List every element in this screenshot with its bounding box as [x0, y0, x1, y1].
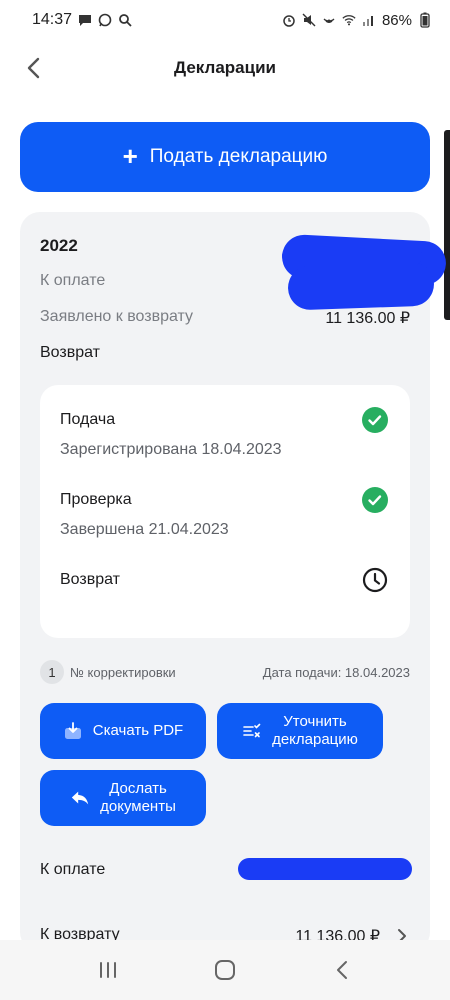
submission-date: Дата подачи: 18.04.2023 [262, 664, 410, 680]
step-title-refund: Возврат [60, 571, 120, 588]
battery-percent: 86% [381, 11, 412, 29]
whatsapp-icon [98, 13, 112, 27]
download-pdf-button[interactable]: Скачать PDF [40, 703, 206, 759]
recent-apps-button[interactable] [83, 950, 133, 990]
chat-icon [78, 13, 92, 27]
to-pay-bottom-label: К оплате [40, 861, 106, 878]
to-pay-label: К оплате [40, 272, 106, 289]
declared-refund-value: 11 136.00 ₽ [325, 310, 410, 327]
page-title: Декларации [174, 58, 276, 77]
step-subtitle-review: Завершена 21.04.2023 [60, 521, 229, 538]
send-docs-label-line2: документы [100, 798, 176, 815]
redaction-mark [287, 261, 435, 311]
status-bar: 14:37 86% [0, 0, 450, 40]
correction-row: 1 № корректировки Дата подачи: 18.04.202… [40, 660, 410, 684]
app-header: Декларации [0, 40, 450, 96]
redaction-mark [282, 246, 422, 266]
correction-number-badge: 1 [40, 660, 64, 684]
step-subtitle-submission: Зарегистрирована 18.04.2023 [60, 441, 282, 458]
scroll-indicator [444, 130, 450, 320]
recent-apps-icon [100, 962, 117, 978]
correction-label: № корректировки [70, 664, 176, 680]
clarify-label-line2: декларацию [272, 731, 358, 748]
system-back-button[interactable] [317, 950, 367, 990]
declaration-year: 2022 [40, 236, 78, 255]
plus-icon: + [122, 140, 138, 171]
clarify-declaration-label: Уточнить декларацию [272, 713, 358, 749]
download-icon [63, 721, 83, 741]
mute-icon [302, 13, 316, 27]
home-icon [214, 960, 235, 980]
reply-icon [70, 788, 90, 808]
clarify-declaration-button[interactable]: Уточнить декларацию [217, 703, 383, 759]
chevron-left-icon [27, 57, 40, 79]
back-button[interactable] [18, 52, 50, 84]
send-documents-label: Дослать документы [100, 780, 176, 816]
declared-refund-label: Заявлено к возврату [40, 308, 194, 325]
hotspot-icon [322, 13, 336, 27]
search-icon [118, 13, 132, 27]
submit-declaration-button[interactable]: + Подать декларацию [20, 122, 430, 192]
signal-icon [362, 13, 376, 27]
wifi-icon [342, 13, 356, 27]
clock-icon [362, 567, 388, 593]
check-circle-icon [362, 407, 388, 433]
step-title-submission: Подача [60, 411, 116, 428]
redaction-mark [238, 858, 412, 880]
send-docs-label-line1: Дослать [109, 780, 167, 797]
step-title-review: Проверка [60, 491, 132, 508]
status-right: 86% [282, 12, 432, 29]
declaration-card[interactable]: 2022 К оплате Заявлено к возврату 11 136… [20, 212, 448, 952]
submit-declaration-label: Подать декларацию [149, 146, 328, 167]
home-button[interactable] [200, 950, 250, 990]
back-arrow-icon [336, 961, 347, 979]
send-documents-button[interactable]: Дослать документы [40, 770, 206, 826]
status-time: 14:37 [32, 11, 73, 28]
download-pdf-label: Скачать PDF [92, 722, 184, 739]
alarm-icon [282, 13, 296, 27]
check-circle-icon [362, 487, 388, 513]
battery-icon [418, 12, 432, 28]
clarify-label-line1: Уточнить [283, 713, 347, 730]
refund-timeline: Подача Зарегистрирована 18.04.2023 Прове… [40, 385, 410, 638]
system-nav-bar [0, 940, 450, 1000]
refund-section-label: Возврат [40, 344, 100, 361]
list-check-icon [242, 721, 262, 741]
status-left: 14:37 [32, 11, 132, 29]
